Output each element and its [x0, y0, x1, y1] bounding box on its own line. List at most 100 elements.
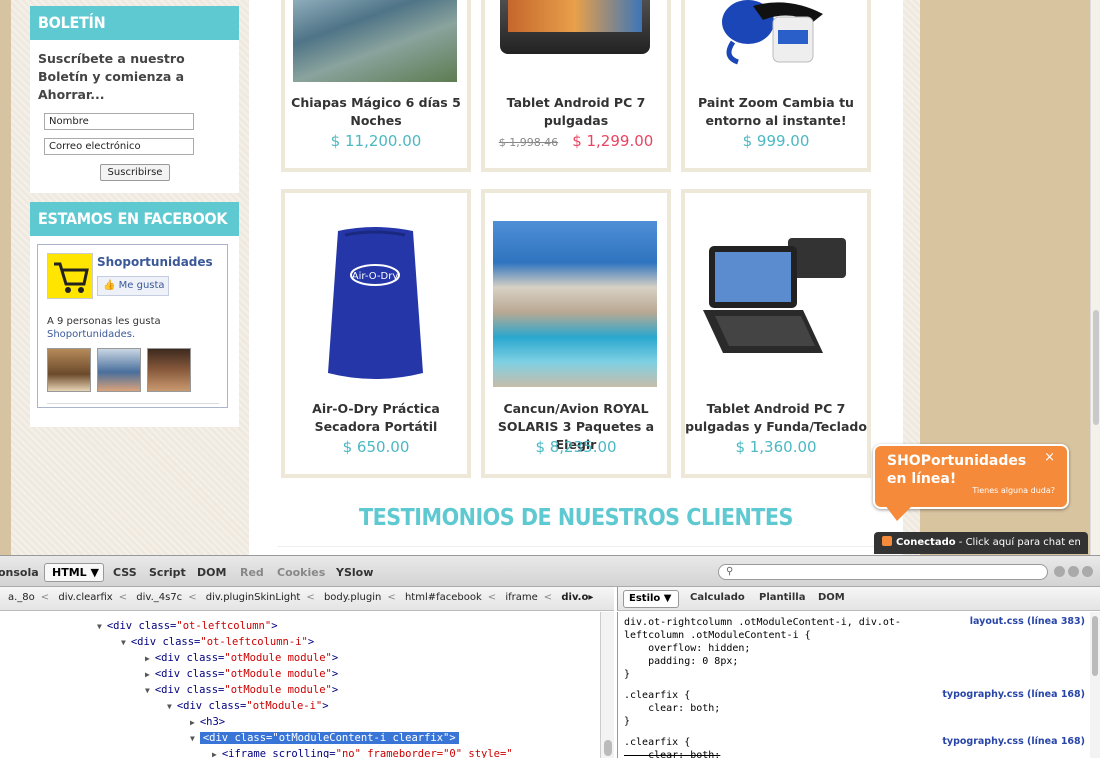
- product-name[interactable]: Tablet Android PC 7 pulgadas y Funda/Tec…: [685, 400, 867, 436]
- tab-dom[interactable]: DOM: [197, 566, 226, 579]
- product-image[interactable]: Air-O-Dry: [293, 223, 457, 389]
- minimize-icon[interactable]: [1054, 566, 1065, 577]
- tree-node[interactable]: ▶ <h3>: [190, 714, 225, 730]
- css-property[interactable]: overflow: hidden;: [624, 642, 750, 655]
- chat-invite-bubble[interactable]: SHOPortunidades en línea! × Tienes algun…: [873, 444, 1069, 509]
- breadcrumb-item[interactable]: body.plugin: [324, 592, 381, 603]
- css-selector[interactable]: .clearfix {: [624, 689, 690, 702]
- expand-toggle-icon[interactable]: ▶: [145, 670, 150, 679]
- chat-icon: [882, 536, 892, 546]
- breadcrumb-item[interactable]: div.pluginSkinLight: [206, 592, 301, 603]
- tree-node[interactable]: ▼ <div class="otModule module">: [145, 682, 338, 698]
- breadcrumb-item[interactable]: html#facebook: [405, 592, 482, 603]
- page-scrollbar[interactable]: [1090, 0, 1100, 555]
- tree-scrollbar[interactable]: [600, 612, 614, 758]
- firebug-panel: onsola HTML ▼ CSS Script DOM Red Cookies…: [0, 555, 1100, 758]
- product-card[interactable]: Chiapas Mágico 6 días 5 Noches $ 11,200.…: [281, 0, 471, 172]
- like-count-page-link[interactable]: Shoportunidades.: [47, 329, 135, 340]
- expand-toggle-icon[interactable]: ▼: [145, 686, 150, 695]
- node-attr: scrolling=: [272, 748, 336, 758]
- newsletter-email-input[interactable]: [44, 138, 194, 155]
- fan-avatar[interactable]: [147, 348, 191, 392]
- product-card[interactable]: Tablet Android PC 7 pulgadas $ 1,998.46 $…: [481, 0, 671, 172]
- facebook-page-name[interactable]: Shoportunidades: [97, 255, 213, 269]
- scrollbar-thumb[interactable]: [604, 740, 612, 756]
- expand-toggle-icon[interactable]: ▼: [97, 622, 102, 631]
- tree-node[interactable]: ▼ <div class="ot-leftcolumn-i">: [121, 634, 314, 650]
- tab-html[interactable]: HTML ▼: [44, 563, 104, 582]
- fan-avatar[interactable]: [97, 348, 141, 392]
- selected-node[interactable]: <div class="otModuleContent-i clearfix">: [199, 732, 459, 744]
- chat-bar[interactable]: Conectado - Click aquí para chat en: [874, 532, 1088, 554]
- shopping-cart-logo[interactable]: [47, 253, 93, 299]
- tab-estilo[interactable]: Estilo ▼: [623, 590, 679, 608]
- breadcrumb-item-current[interactable]: div.o▸: [561, 592, 593, 603]
- node-tag-end: >: [331, 684, 339, 696]
- tab-yslow[interactable]: YSlow: [336, 566, 373, 579]
- css-selector[interactable]: leftcolumn .otModuleContent-i {: [624, 629, 811, 642]
- tree-node[interactable]: ▼ <div class="otModule-i">: [167, 698, 329, 714]
- product-image[interactable]: [500, 0, 650, 54]
- tree-node-selected[interactable]: ▼ <div class="otModuleContent-i clearfix"…: [190, 730, 459, 746]
- product-image[interactable]: [693, 0, 857, 82]
- product-card[interactable]: Air-O-Dry Air-O-Dry Práctica Secadora Po…: [281, 189, 471, 478]
- css-property[interactable]: clear: both;: [624, 702, 720, 715]
- close-icon[interactable]: ×: [1044, 450, 1055, 465]
- subscribe-button[interactable]: Suscribirse: [100, 164, 170, 181]
- tab-dom-side[interactable]: DOM: [818, 592, 845, 603]
- node-value: "otModuleContent-i clearfix": [272, 732, 450, 744]
- product-name[interactable]: Chiapas Mágico 6 días 5 Noches: [285, 94, 467, 130]
- scrollbar-thumb[interactable]: [1093, 310, 1099, 425]
- breadcrumb-item[interactable]: div.clearfix: [58, 592, 112, 603]
- node-value: "ot-leftcolumn": [176, 620, 272, 632]
- product-image[interactable]: [493, 221, 657, 387]
- css-selector[interactable]: div.ot-rightcolumn .otModuleContent-i, d…: [624, 616, 901, 629]
- tree-node[interactable]: ▼ <div class="ot-leftcolumn">: [97, 618, 278, 634]
- product-name[interactable]: Air-O-Dry Práctica Secadora Portátil: [285, 400, 467, 436]
- breadcrumb-item[interactable]: iframe: [505, 592, 537, 603]
- product-price: $ 1,360.00: [735, 438, 817, 456]
- detach-icon[interactable]: [1068, 566, 1079, 577]
- expand-toggle-icon[interactable]: ▶: [190, 718, 195, 727]
- facebook-like-button[interactable]: 👍 Me gusta: [97, 276, 169, 296]
- breadcrumb-item[interactable]: a._8o: [8, 592, 35, 603]
- product-card[interactable]: Tablet Android PC 7 pulgadas y Funda/Tec…: [681, 189, 871, 478]
- tree-node[interactable]: ▶ <iframe scrolling="no" frameborder="0" …: [212, 746, 513, 758]
- css-property-overridden[interactable]: clear: both;: [624, 749, 720, 758]
- tab-calculado[interactable]: Calculado: [690, 592, 745, 603]
- tab-css[interactable]: CSS: [113, 566, 137, 579]
- product-card[interactable]: Paint Zoom Cambia tu entorno al instante…: [681, 0, 871, 172]
- tree-node[interactable]: ▶ <div class="otModule module">: [145, 666, 338, 682]
- css-scrollbar[interactable]: [1090, 612, 1100, 758]
- node-attr: class=: [186, 684, 225, 696]
- breadcrumb-item[interactable]: div._4s7c: [136, 592, 182, 603]
- css-source-link[interactable]: typography.css (línea 168): [942, 736, 1085, 747]
- product-image[interactable]: [293, 0, 457, 82]
- product-name[interactable]: Paint Zoom Cambia tu entorno al instante…: [685, 94, 867, 130]
- expand-toggle-icon[interactable]: ▼: [190, 734, 195, 743]
- divider: [47, 403, 219, 404]
- product-name[interactable]: Tablet Android PC 7 pulgadas: [485, 94, 667, 130]
- product-image[interactable]: [693, 228, 857, 394]
- product-price: $ 11,200.00: [330, 132, 422, 150]
- expand-toggle-icon[interactable]: ▶: [145, 654, 150, 663]
- expand-toggle-icon[interactable]: ▼: [167, 702, 172, 711]
- newsletter-name-input[interactable]: [44, 113, 194, 130]
- css-property[interactable]: padding: 0 8px;: [624, 655, 738, 668]
- tab-red[interactable]: Red: [240, 566, 264, 579]
- tab-console[interactable]: onsola: [0, 566, 39, 579]
- tab-plantilla[interactable]: Plantilla: [759, 592, 805, 603]
- tab-script[interactable]: Script: [149, 566, 186, 579]
- expand-toggle-icon[interactable]: ▼: [121, 638, 126, 647]
- devtools-search-input[interactable]: ⚲: [718, 564, 1048, 580]
- expand-toggle-icon[interactable]: ▶: [212, 750, 217, 758]
- fan-avatar[interactable]: [47, 348, 91, 392]
- tab-cookies[interactable]: Cookies: [277, 566, 325, 579]
- close-icon[interactable]: [1082, 566, 1093, 577]
- css-selector[interactable]: .clearfix {: [624, 736, 690, 749]
- tree-node[interactable]: ▶ <div class="otModule module">: [145, 650, 338, 666]
- css-source-link[interactable]: typography.css (línea 168): [942, 689, 1085, 700]
- product-card[interactable]: Cancun/Avion ROYAL SOLARIS 3 Paquetes a …: [481, 189, 671, 478]
- css-source-link[interactable]: layout.css (línea 383): [970, 616, 1085, 627]
- scrollbar-thumb[interactable]: [1092, 616, 1098, 676]
